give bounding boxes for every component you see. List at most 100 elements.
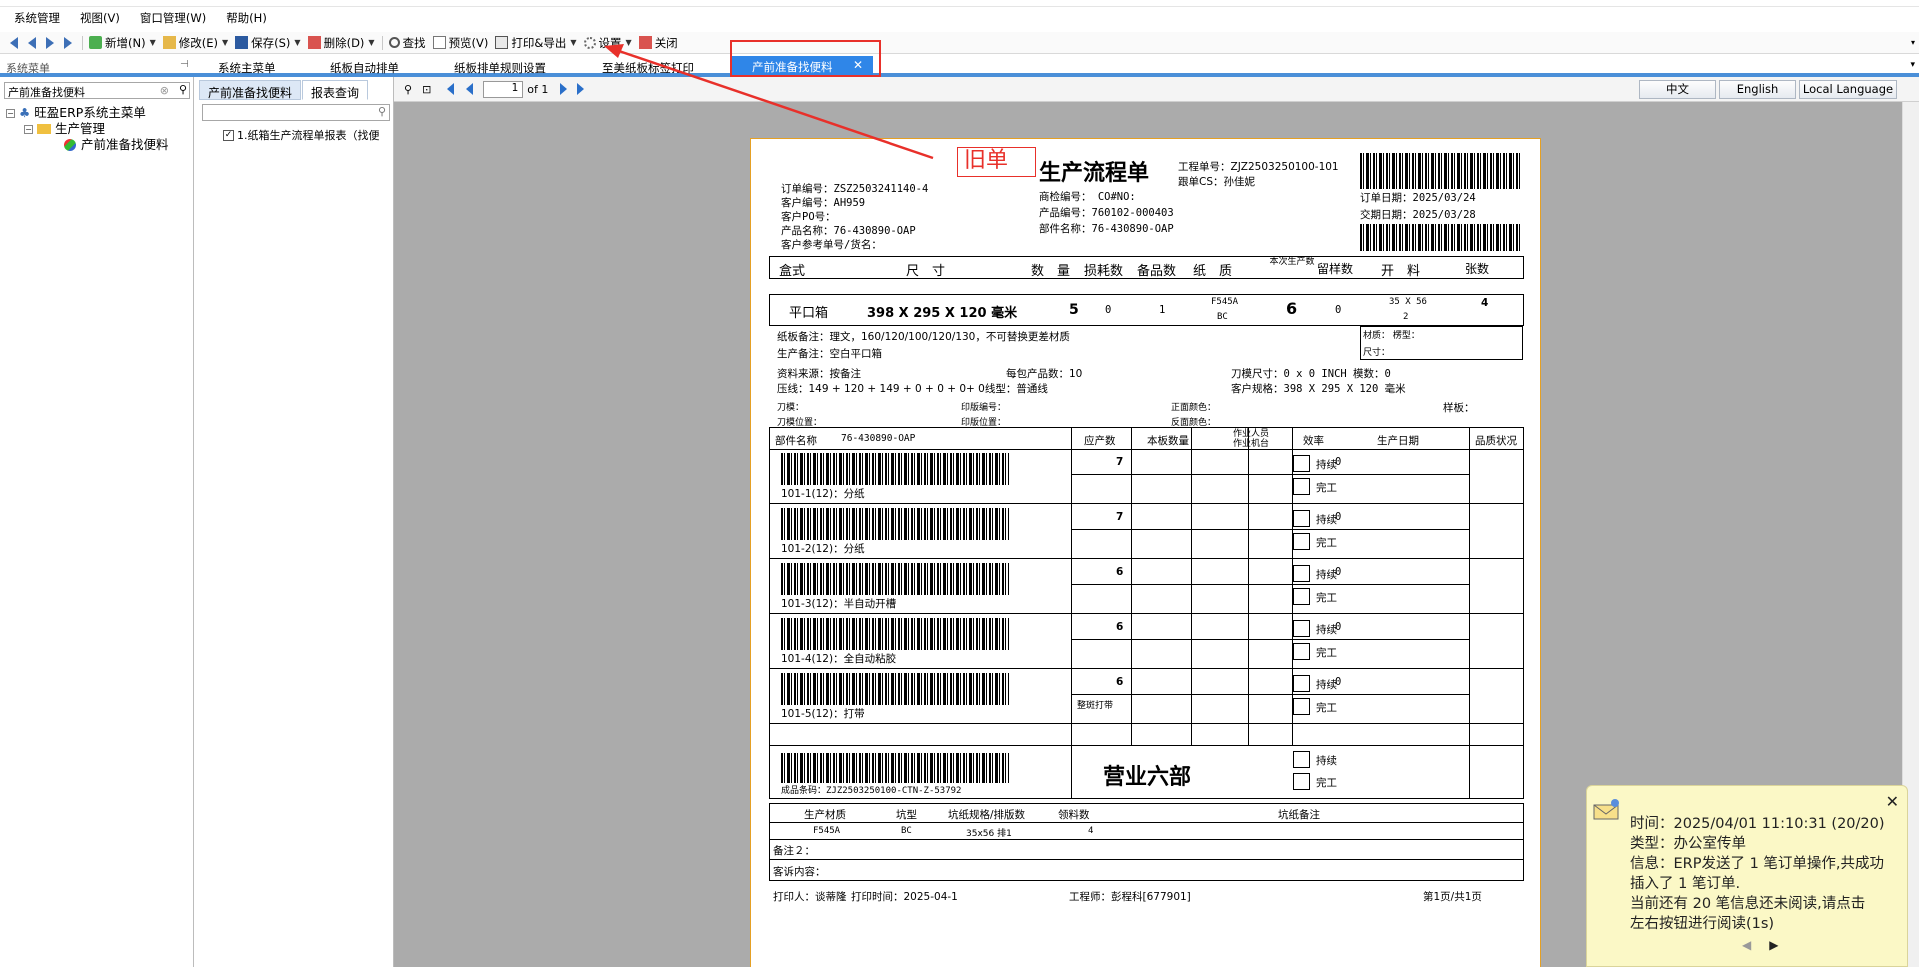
tab-system-main-menu[interactable]: 系统主菜单 <box>218 60 276 76</box>
chevron-down-icon[interactable]: ▼ <box>294 38 300 47</box>
envelope-icon <box>1593 799 1619 820</box>
tab-overflow-icon[interactable]: ▾ <box>1910 60 1915 70</box>
report-search-input[interactable]: ⚲ <box>202 104 390 121</box>
first-record-icon[interactable] <box>10 36 18 49</box>
report-item-label: 1.纸箱生产流程单报表（找便 <box>237 129 380 142</box>
collapse-icon[interactable]: − <box>6 108 15 118</box>
done-checkbox[interactable] <box>1293 478 1310 495</box>
tab-report-query[interactable]: 报表查询 <box>302 80 369 100</box>
new-button[interactable]: 新增(N) ▼ <box>89 35 156 51</box>
search-icon[interactable]: ⚲ <box>179 83 187 96</box>
tree-leaf[interactable]: 产前准备找便料 <box>6 137 169 153</box>
tab-prep[interactable]: 产前准备找便料 <box>199 80 302 100</box>
chevron-down-icon[interactable]: ▼ <box>368 38 374 47</box>
next-page-icon[interactable] <box>560 83 568 95</box>
continue-checkbox[interactable] <box>1293 620 1310 637</box>
collapse-icon[interactable]: − <box>24 124 33 134</box>
continue-checkbox[interactable] <box>1293 751 1310 768</box>
settings-button[interactable]: 设置 ▼ <box>583 35 632 51</box>
tab-label-print[interactable]: 至美纸板标签打印 <box>602 60 694 76</box>
done-checkbox[interactable] <box>1293 698 1310 715</box>
prev-page-icon[interactable] <box>466 83 474 95</box>
lang-local-button[interactable]: Local Language <box>1799 80 1897 99</box>
next-message-icon[interactable]: ▶ <box>1769 938 1778 952</box>
left-menu-panel: 产前准备找便料 ⊗ ⚲ − ♣ 旺盈ERP系统主菜单 − 生产管理 产前准备找便料 <box>0 77 194 967</box>
done-checkbox[interactable] <box>1293 773 1310 790</box>
done-checkbox[interactable] <box>1293 643 1310 660</box>
lang-chinese-button[interactable]: 中文 <box>1639 80 1716 99</box>
save-button[interactable]: 保存(S) ▼ <box>235 35 301 51</box>
find-button[interactable]: 查找 <box>388 35 426 51</box>
proc-hdr-efficiency: 效率 <box>1303 435 1324 447</box>
menu-view[interactable]: 视图(V) <box>80 10 120 26</box>
continue-label: 持续 <box>1316 624 1337 636</box>
table-line <box>769 668 1524 669</box>
complaint: 客诉内容： <box>773 866 826 878</box>
done-checkbox[interactable] <box>1293 588 1310 605</box>
search-icon[interactable]: ⚲ <box>378 105 386 118</box>
print-export-button[interactable]: 打印&导出 ▼ <box>495 35 577 51</box>
toolbar-overflow-icon[interactable]: ▾ <box>1911 38 1915 47</box>
find-icon[interactable]: ⚲ <box>404 83 412 96</box>
menu-help[interactable]: 帮助(H) <box>226 10 267 26</box>
tab-auto-scheduling[interactable]: 纸板自动排单 <box>330 60 399 76</box>
menu-search-input[interactable]: 产前准备找便料 ⊗ ⚲ <box>4 82 190 99</box>
zoom-icon[interactable]: ⊡ <box>422 83 431 96</box>
first-page-icon[interactable] <box>447 83 455 95</box>
mat-hdr-flute: 坑型 <box>896 809 917 821</box>
menu-system[interactable]: 系统管理 <box>14 10 60 26</box>
tree-group[interactable]: − 生产管理 <box>6 121 169 137</box>
paper-quality-2: BC <box>1217 312 1228 322</box>
pin-icon[interactable]: ⊣ <box>180 59 189 70</box>
continue-checkbox[interactable] <box>1293 510 1310 527</box>
close-notification-icon[interactable]: ✕ <box>1886 792 1899 811</box>
chevron-down-icon[interactable]: ▼ <box>222 38 228 47</box>
next-record-icon[interactable] <box>46 36 54 49</box>
process-barcode <box>781 453 1009 485</box>
prev-record-icon[interactable] <box>28 36 36 49</box>
report-list-item[interactable]: ✓ 1.纸箱生产流程单报表（找便 <box>223 127 391 143</box>
close-label: 关闭 <box>654 35 678 50</box>
clear-icon[interactable]: ⊗ <box>160 84 169 97</box>
menu-window[interactable]: 窗口管理(W) <box>140 10 206 26</box>
notification-info-2: 插入了 1 笔订单. <box>1630 876 1741 892</box>
continue-checkbox[interactable] <box>1293 565 1310 582</box>
table-line <box>1131 427 1132 745</box>
notification-info-3: 当前还有 20 笔信息还未阅读,请点击 <box>1630 896 1866 912</box>
continue-checkbox[interactable] <box>1293 675 1310 692</box>
done-label: 完工 <box>1316 702 1337 714</box>
tab-scheduling-rules[interactable]: 纸板排单规则设置 <box>454 60 546 76</box>
hdr-paper: 纸 质 <box>1193 264 1233 279</box>
process-qty: 7 <box>1116 511 1124 523</box>
edit-label: 修改(E) <box>178 35 218 50</box>
done-label: 完工 <box>1316 537 1337 549</box>
chevron-down-icon[interactable]: ▼ <box>626 38 632 47</box>
done-label: 完工 <box>1316 777 1337 789</box>
chevron-down-icon[interactable]: ▼ <box>150 38 156 47</box>
tree-root[interactable]: − ♣ 旺盈ERP系统主菜单 <box>6 105 169 121</box>
continue-checkbox[interactable] <box>1293 455 1310 472</box>
page-number-input[interactable]: 1 <box>483 80 524 98</box>
paper-quality-1: F545A <box>1211 297 1239 307</box>
proc-hdr-part-value: 76-430890-OAP <box>841 433 916 444</box>
last-record-icon[interactable] <box>64 36 72 49</box>
delete-button[interactable]: 删除(D) ▼ <box>307 35 375 51</box>
this-production: 6 <box>1286 299 1298 318</box>
page-count: of 1 <box>527 82 549 96</box>
continue-label: 持续 <box>1316 569 1337 581</box>
preview-button[interactable]: 预览(V) <box>432 35 488 51</box>
lang-english-button[interactable]: English <box>1719 80 1796 99</box>
hdr-cutting: 开 料 <box>1381 264 1421 279</box>
table-line <box>769 880 1524 881</box>
close-button[interactable]: 关闭 <box>638 35 678 51</box>
done-checkbox[interactable] <box>1293 533 1310 550</box>
finished-barcode <box>781 753 1009 783</box>
menu-tree: − ♣ 旺盈ERP系统主菜单 − 生产管理 产前准备找便料 <box>6 105 169 153</box>
save-label: 保存(S) <box>251 35 291 50</box>
chevron-down-icon[interactable]: ▼ <box>570 38 576 47</box>
edit-button[interactable]: 修改(E) ▼ <box>162 35 228 51</box>
prev-message-icon[interactable]: ◀ <box>1742 938 1751 952</box>
sheet-count: 4 <box>1481 297 1489 309</box>
checkbox[interactable]: ✓ <box>223 129 234 141</box>
last-page-icon[interactable] <box>577 83 585 95</box>
